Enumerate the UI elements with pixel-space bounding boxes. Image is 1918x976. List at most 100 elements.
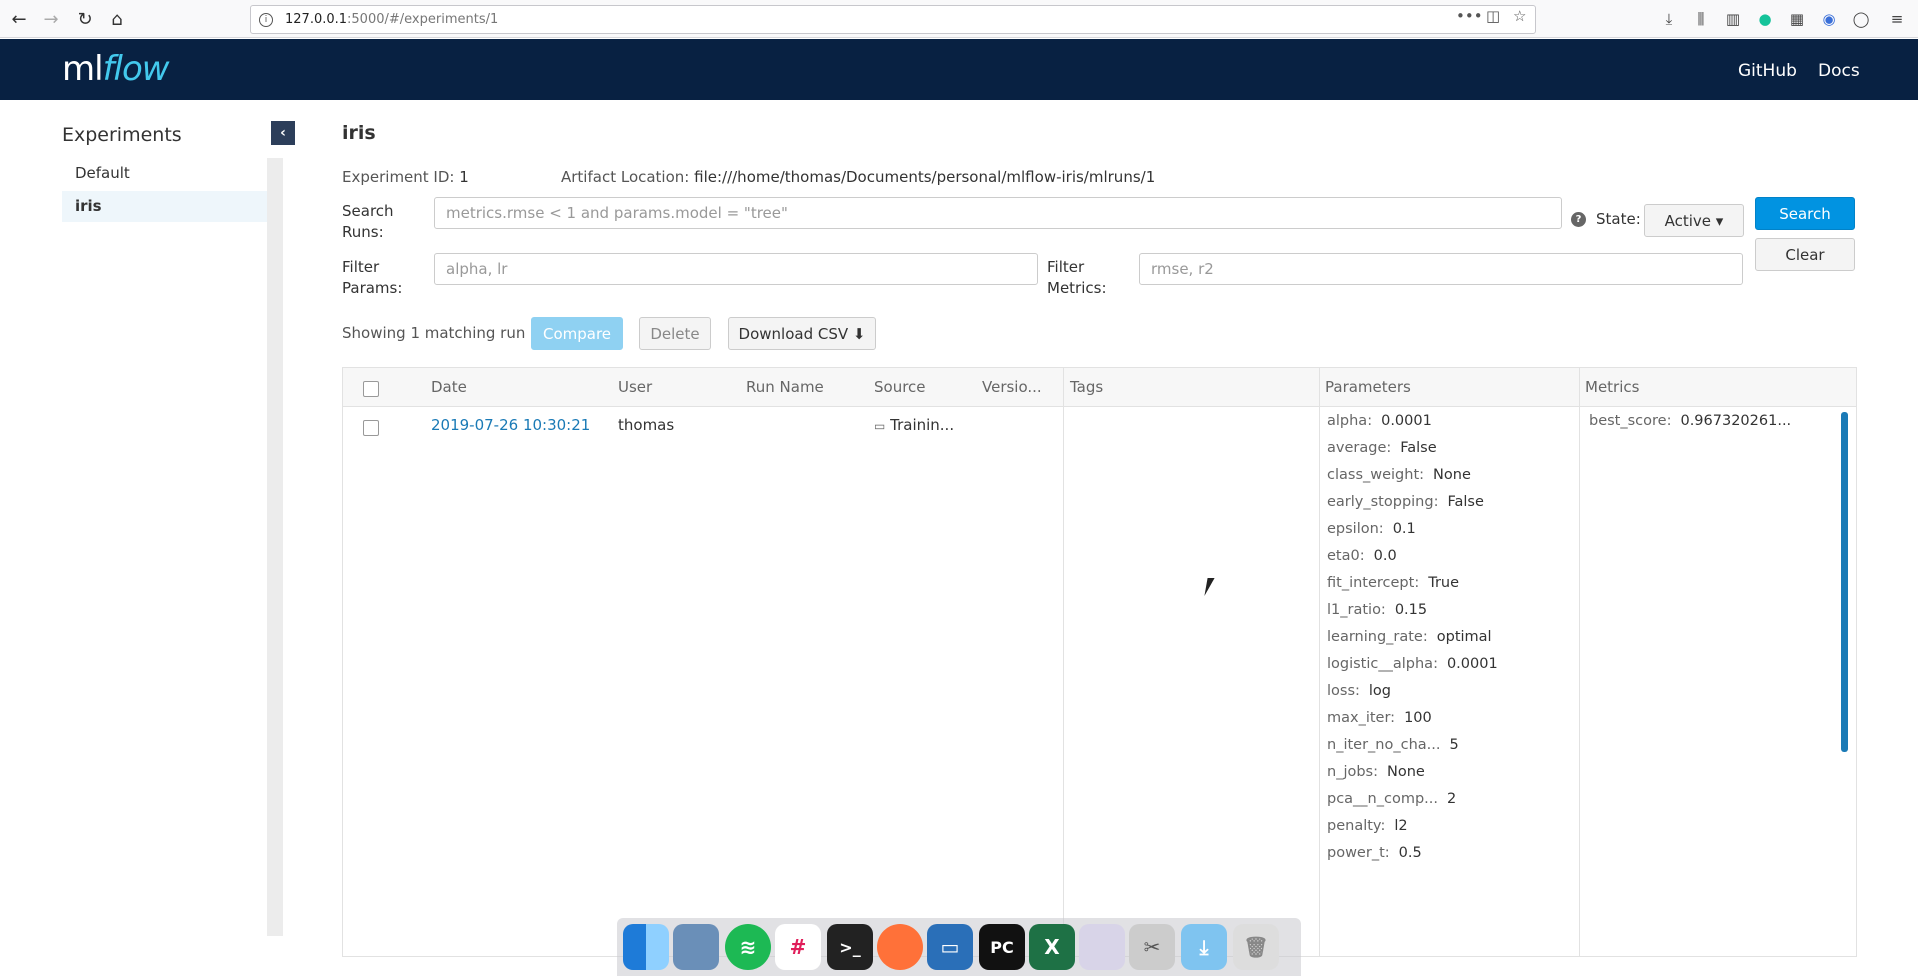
filter-params-input[interactable]: alpha, lr bbox=[434, 253, 1038, 285]
experiment-id-label: Experiment ID: bbox=[342, 168, 455, 186]
library-icon[interactable]: ⫼ bbox=[1690, 8, 1712, 30]
firefox-icon[interactable] bbox=[877, 924, 923, 970]
run-date-link[interactable]: 2019-07-26 10:30:21 bbox=[431, 416, 590, 434]
experiment-item-default[interactable]: Default bbox=[62, 158, 267, 189]
parameter-value: True bbox=[1428, 575, 1460, 591]
macos-dock: ≋ # >_ ▭ PC X ✂ ⤓ 🗑 bbox=[617, 918, 1301, 976]
monitor-icon[interactable]: ▭ bbox=[927, 924, 973, 970]
browser-toolbar: ← → ↻ ⌂ i 127.0.0.1:5000/#/experiments/1… bbox=[0, 0, 1918, 38]
artifact-location-value: file:///home/thomas/Documents/personal/m… bbox=[694, 168, 1156, 186]
header-tags[interactable]: Tags bbox=[1070, 378, 1103, 396]
parameter-key: average: bbox=[1327, 440, 1392, 456]
parameter-key: fit_intercept: bbox=[1327, 575, 1420, 591]
compare-button[interactable]: Compare bbox=[531, 317, 623, 350]
preview-icon[interactable] bbox=[673, 924, 719, 970]
document-icon[interactable] bbox=[1079, 924, 1125, 970]
back-icon[interactable]: ← bbox=[6, 6, 32, 32]
parameter-value: 0.15 bbox=[1394, 602, 1428, 618]
select-all-checkbox[interactable] bbox=[363, 381, 379, 397]
header-metrics[interactable]: Metrics bbox=[1585, 378, 1639, 396]
container-icon[interactable]: ◉ bbox=[1818, 8, 1840, 30]
account-icon[interactable]: ◯ bbox=[1850, 8, 1872, 30]
terminal-icon[interactable]: >_ bbox=[827, 924, 873, 970]
parameter-key: class_weight: bbox=[1327, 467, 1425, 483]
run-user: thomas bbox=[618, 416, 675, 434]
scissors-icon[interactable]: ✂ bbox=[1129, 924, 1175, 970]
run-source-label: Trainin... bbox=[890, 416, 955, 434]
parameter-key: n_jobs: bbox=[1327, 764, 1378, 780]
header-parameters[interactable]: Parameters bbox=[1325, 378, 1411, 396]
filter-metrics-input[interactable]: rmse, r2 bbox=[1139, 253, 1743, 285]
parameter-key: max_iter: bbox=[1327, 710, 1396, 726]
page-actions-icon[interactable]: ••• bbox=[1456, 7, 1483, 25]
reload-icon[interactable]: ↻ bbox=[72, 6, 98, 32]
parameter-key: eta0: bbox=[1327, 548, 1365, 564]
search-help-icon[interactable]: ? bbox=[1571, 212, 1586, 227]
parameter-item: alpha: 0.0001 bbox=[1327, 413, 1432, 429]
parameter-value: None bbox=[1433, 467, 1471, 483]
metric-item: best_score: 0.967320261... bbox=[1589, 413, 1791, 429]
parameter-value: log bbox=[1368, 683, 1392, 699]
mlflow-logo[interactable]: mlflow bbox=[62, 49, 170, 89]
pycharm-icon[interactable]: PC bbox=[979, 924, 1025, 970]
extension-icon[interactable]: ▦ bbox=[1786, 8, 1808, 30]
sidebar-toggle-icon[interactable]: ▥ bbox=[1722, 8, 1744, 30]
header-run-name[interactable]: Run Name bbox=[746, 378, 824, 396]
state-label: State: bbox=[1596, 210, 1641, 228]
parameter-value: 5 bbox=[1449, 737, 1459, 753]
experiment-item-iris[interactable]: iris bbox=[62, 191, 267, 222]
parameter-value: 0.5 bbox=[1398, 845, 1422, 861]
parameter-value: 100 bbox=[1404, 710, 1432, 726]
parameter-key: loss: bbox=[1327, 683, 1360, 699]
parameter-key: penalty: bbox=[1327, 818, 1386, 834]
run-select-checkbox[interactable] bbox=[363, 420, 379, 436]
run-source[interactable]: ▭ Trainin... bbox=[874, 416, 954, 434]
slack-icon[interactable]: # bbox=[775, 924, 821, 970]
forward-icon[interactable]: → bbox=[38, 6, 64, 32]
downloads-folder-icon[interactable]: ⤓ bbox=[1181, 924, 1227, 970]
filter-params-label-line2: Params: bbox=[342, 279, 403, 297]
logo-flow: flow bbox=[102, 49, 170, 89]
state-dropdown[interactable]: Active ▾ bbox=[1644, 204, 1744, 237]
trash-icon[interactable]: 🗑 bbox=[1233, 924, 1279, 970]
search-button[interactable]: Search bbox=[1755, 197, 1855, 230]
header-source[interactable]: Source bbox=[874, 378, 926, 396]
home-icon[interactable]: ⌂ bbox=[104, 6, 130, 32]
excel-icon[interactable]: X bbox=[1029, 924, 1075, 970]
bookmark-star-icon[interactable]: ☆ bbox=[1513, 7, 1526, 25]
logo-ml: ml bbox=[62, 49, 104, 89]
sidebar-scrollbar[interactable] bbox=[267, 158, 283, 936]
spotify-icon[interactable]: ≋ bbox=[725, 924, 771, 970]
filter-metrics-label-line2: Metrics: bbox=[1047, 279, 1107, 297]
grammarly-icon[interactable]: ● bbox=[1754, 8, 1776, 30]
site-info-icon[interactable]: i bbox=[259, 12, 273, 27]
search-runs-input[interactable]: metrics.rmse < 1 and params.model = "tre… bbox=[434, 197, 1562, 229]
finder-icon[interactable] bbox=[623, 924, 669, 970]
parameter-item: epsilon: 0.1 bbox=[1327, 521, 1416, 537]
url-bar[interactable]: i 127.0.0.1:5000/#/experiments/1 bbox=[250, 5, 1536, 34]
runs-table: Date User Run Name Source Versio... Tags… bbox=[342, 367, 1857, 957]
collapse-sidebar-button[interactable]: ‹ bbox=[271, 121, 295, 145]
header-version[interactable]: Versio... bbox=[982, 378, 1042, 396]
parameter-key: early_stopping: bbox=[1327, 494, 1439, 510]
table-scrollbar[interactable] bbox=[1841, 412, 1848, 752]
artifact-location: Artifact Location: file:///home/thomas/D… bbox=[561, 168, 1155, 186]
parameter-value: 0.0 bbox=[1373, 548, 1397, 564]
column-divider bbox=[1579, 368, 1580, 956]
header-date[interactable]: Date bbox=[431, 378, 467, 396]
clear-button[interactable]: Clear bbox=[1755, 238, 1855, 271]
download-csv-button[interactable]: Download CSV ⬇ bbox=[728, 317, 876, 350]
parameter-item: learning_rate: optimal bbox=[1327, 629, 1492, 645]
docs-link[interactable]: Docs bbox=[1818, 61, 1860, 81]
filter-metrics-label: Filter Metrics: bbox=[1047, 257, 1107, 299]
delete-button[interactable]: Delete bbox=[639, 317, 711, 350]
pocket-icon[interactable]: ◫ bbox=[1486, 7, 1500, 25]
parameter-item: n_iter_no_cha... 5 bbox=[1327, 737, 1459, 753]
header-user[interactable]: User bbox=[618, 378, 652, 396]
search-runs-label-line2: Runs: bbox=[342, 223, 384, 241]
parameter-item: loss: log bbox=[1327, 683, 1391, 699]
github-link[interactable]: GitHub bbox=[1738, 61, 1797, 81]
parameter-item: fit_intercept: True bbox=[1327, 575, 1459, 591]
downloads-icon[interactable]: ⤓ bbox=[1658, 8, 1680, 30]
menu-icon[interactable]: ≡ bbox=[1886, 8, 1908, 30]
